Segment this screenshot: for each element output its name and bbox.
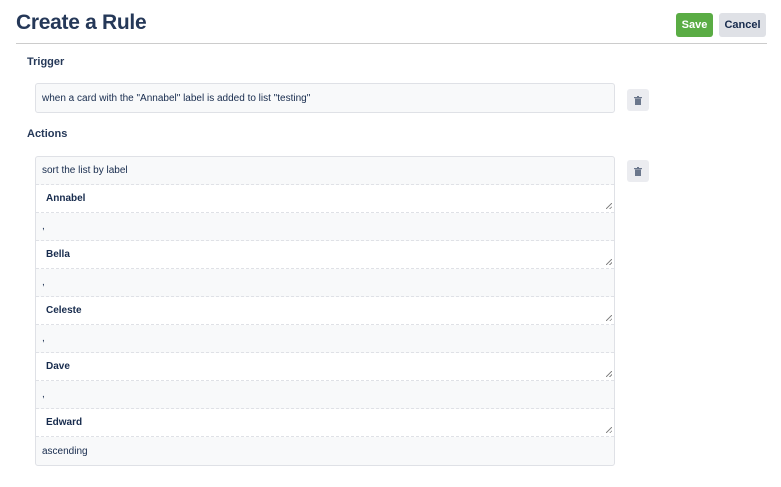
action-text: ascending xyxy=(42,445,88,457)
label-textarea[interactable]: Edward xyxy=(36,409,614,437)
action-text: , xyxy=(36,325,614,353)
save-button[interactable]: Save xyxy=(676,13,713,37)
trigger-text: when a card with the "Annabel" label is … xyxy=(42,92,311,104)
action-text: sort the list by label xyxy=(36,157,614,185)
trash-icon xyxy=(634,95,642,105)
delete-trigger-button[interactable] xyxy=(627,89,649,111)
page-title: Create a Rule xyxy=(16,11,147,34)
actions-heading: Actions xyxy=(27,128,68,140)
cancel-button[interactable]: Cancel xyxy=(719,13,766,37)
delete-action-button[interactable] xyxy=(627,160,649,182)
label-textarea[interactable]: Bella xyxy=(36,241,614,269)
actions-box: sort the list by label Annabel, Bella, Cele… xyxy=(35,156,615,466)
action-text: , xyxy=(36,213,614,241)
action-text: , xyxy=(36,381,614,409)
trigger-heading: Trigger xyxy=(27,56,65,68)
trash-icon xyxy=(634,166,642,176)
label-textarea[interactable]: Annabel xyxy=(36,185,614,213)
label-textarea[interactable]: Dave xyxy=(36,353,614,381)
label-textarea[interactable]: Celeste xyxy=(36,297,614,325)
divider xyxy=(16,43,767,44)
trigger-box[interactable]: when a card with the "Annabel" label is … xyxy=(35,83,615,113)
action-text: , xyxy=(36,269,614,297)
